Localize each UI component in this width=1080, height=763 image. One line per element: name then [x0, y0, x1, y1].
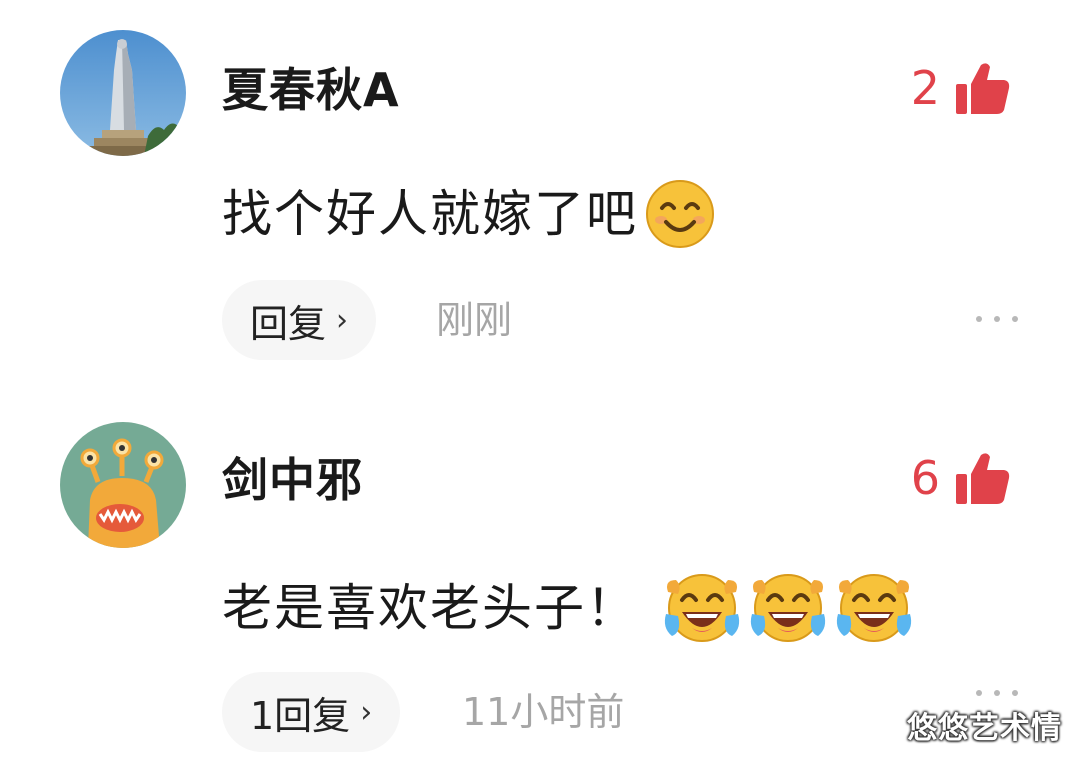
comment-text-row: 找个好人就嫁了吧	[222, 178, 716, 250]
user-avatar[interactable]	[60, 30, 186, 156]
thumbs-up-icon[interactable]	[954, 60, 1010, 116]
reply-button[interactable]: 1回复 ›	[222, 672, 401, 752]
comment-time: 11小时前	[462, 690, 625, 734]
reply-label: 1回复	[250, 693, 351, 738]
user-avatar[interactable]	[60, 422, 186, 548]
chevron-right-icon: ›	[336, 302, 349, 338]
comment-text: 老是喜欢老头子！	[222, 579, 638, 637]
laughing-crying-emoji-icon	[662, 570, 742, 646]
like-count: 6	[910, 451, 940, 505]
more-options-icon[interactable]	[976, 690, 1018, 696]
monster-avatar-icon	[60, 422, 186, 548]
like-button[interactable]: 2	[911, 56, 1010, 120]
watermark: 悠悠艺术情	[907, 711, 1062, 746]
comment-text: 找个好人就嫁了吧	[222, 185, 638, 243]
like-button[interactable]: 6	[911, 446, 1010, 510]
reply-button[interactable]: 回复 ›	[222, 280, 377, 360]
thumbs-up-icon[interactable]	[954, 450, 1010, 506]
smiling-emoji-icon	[644, 178, 716, 250]
like-count: 2	[910, 61, 940, 115]
comment-time: 刚刚	[436, 298, 513, 342]
statue-avatar-icon	[60, 30, 186, 156]
comment-text-row: 老是喜欢老头子！	[222, 570, 914, 646]
more-options-icon[interactable]	[976, 316, 1018, 322]
laughing-crying-emoji-icon	[748, 570, 828, 646]
reply-label: 回复	[250, 301, 327, 346]
username[interactable]: 夏春秋A	[222, 62, 400, 118]
laughing-crying-emoji-icon	[834, 570, 914, 646]
comment-list: 夏春秋A 2 找个好人就嫁了吧 回复 › 刚刚 剑中邪 6 老是喜欢老头子！ 1…	[0, 0, 1080, 763]
chevron-right-icon: ›	[360, 694, 373, 730]
username[interactable]: 剑中邪	[222, 452, 363, 508]
